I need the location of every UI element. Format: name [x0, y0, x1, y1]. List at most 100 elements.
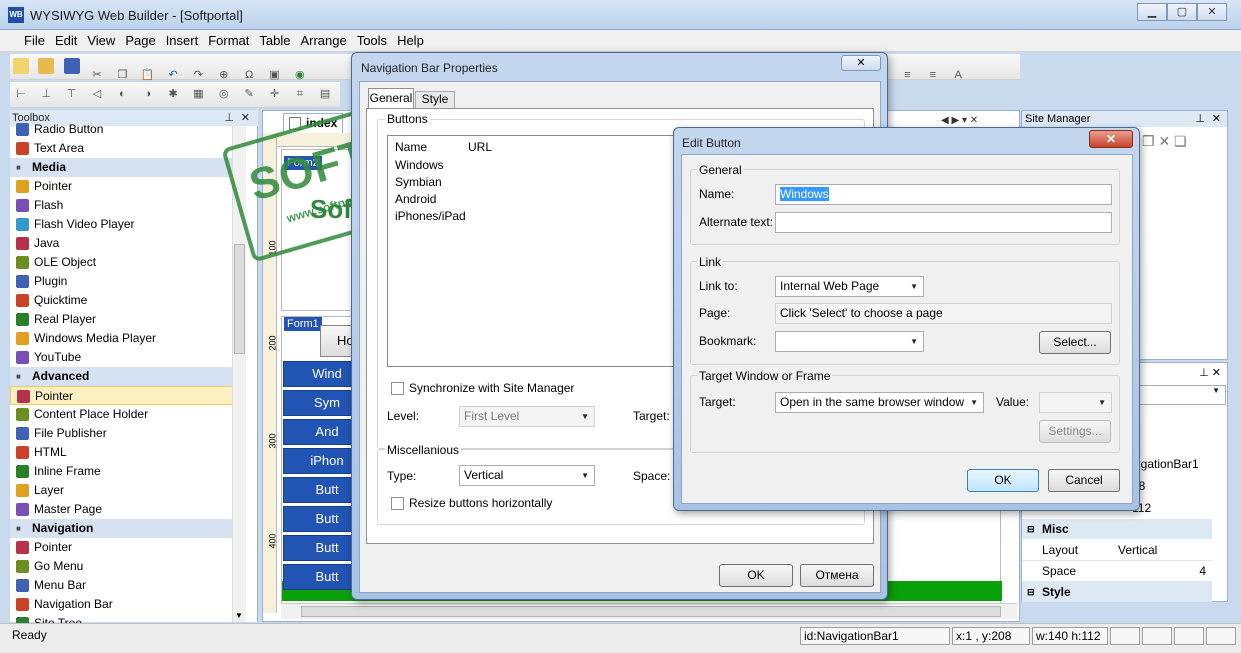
align-bottom-icon[interactable]: ◁	[89, 86, 105, 102]
name-input[interactable]: Windows	[775, 184, 1112, 205]
toolbox-item[interactable]: Menu Bar	[10, 576, 240, 595]
section-misc[interactable]: ⊟ Misc	[1022, 519, 1212, 539]
prop-layout-value[interactable]: Vertical	[1118, 540, 1157, 561]
toolbox-item[interactable]: Quicktime	[10, 291, 240, 310]
toolbox-item[interactable]: Master Page	[10, 500, 240, 519]
resize-checkbox[interactable]	[391, 497, 404, 510]
collapse-icon[interactable]: ⊟	[1027, 582, 1035, 602]
toolbox-item[interactable]: OLE Object	[10, 253, 240, 272]
nav-ok-button[interactable]: OK	[719, 564, 793, 587]
close-icon[interactable]: ⊥ ✕	[1199, 366, 1221, 379]
tab-general[interactable]: General	[368, 88, 414, 108]
toolbox-item[interactable]: Navigation Bar	[10, 595, 240, 614]
toolbox-item[interactable]: File Publisher	[10, 424, 240, 443]
toolbox-item[interactable]: Layer	[10, 481, 240, 500]
align-centers-icon[interactable]: ⊥	[38, 86, 54, 102]
bring-front-icon[interactable]: ◐	[114, 86, 130, 102]
align-top-icon[interactable]: ⊤	[64, 86, 80, 102]
toolbox-item[interactable]: Windows Media Player	[10, 329, 240, 348]
new-icon[interactable]	[13, 58, 29, 74]
link-to-select[interactable]: Internal Web Page	[775, 276, 924, 297]
bookmark-select[interactable]	[775, 331, 924, 352]
prop-size-value[interactable]: 112	[1132, 501, 1212, 521]
toolbox-category[interactable]: Advanced	[10, 367, 240, 386]
menu-insert[interactable]: Insert	[161, 30, 204, 51]
menu-tools[interactable]: Tools	[352, 30, 392, 51]
toolbox-item[interactable]: Pointer	[10, 386, 240, 405]
prop-space-value[interactable]: 4	[1199, 561, 1206, 582]
toolbox-item[interactable]: HTML	[10, 443, 240, 462]
prop-y-value[interactable]: 08	[1132, 479, 1212, 499]
move-icon[interactable]: ✛	[266, 86, 282, 102]
scroll-down-icon[interactable]: ▼	[235, 611, 243, 620]
open-icon[interactable]	[38, 58, 55, 74]
pencil-icon[interactable]: ✎	[241, 86, 257, 102]
toolbox-item[interactable]: Plugin	[10, 272, 240, 291]
grid-icon[interactable]: ▦	[190, 86, 206, 102]
menu-edit[interactable]: Edit	[50, 30, 82, 51]
edit-dialog-close-button[interactable]: ✕	[1089, 130, 1133, 148]
prop-space-row[interactable]: Space 4	[1022, 561, 1212, 582]
object-selector[interactable]	[1132, 385, 1226, 405]
preview-icon[interactable]: ▣	[266, 67, 282, 83]
scroll-thumb[interactable]	[234, 244, 245, 354]
menu-page[interactable]: Page	[120, 30, 160, 51]
minimize-button[interactable]: ▁	[1137, 3, 1167, 21]
list-item[interactable]: Windows	[395, 158, 444, 172]
prop-layout-row[interactable]: Layout Vertical	[1022, 540, 1212, 561]
table-icon[interactable]: ▤	[317, 86, 333, 102]
prop-id-value[interactable]: vigationBar1	[1132, 457, 1212, 477]
toolbox-item[interactable]: Flash	[10, 196, 240, 215]
value-select[interactable]	[1039, 392, 1112, 413]
close-icon[interactable]: ✕	[1212, 111, 1221, 127]
toolbox-item[interactable]: Pointer	[10, 177, 240, 196]
redo-icon[interactable]: ↷	[190, 67, 206, 83]
tab-nav-icon[interactable]: ◀ ▶ ▾ ✕	[941, 115, 978, 126]
align-left-edges-icon[interactable]: ⊢	[13, 86, 29, 102]
col-name-header[interactable]: Name	[395, 140, 427, 154]
edit-ok-button[interactable]: OK	[967, 469, 1039, 492]
list-item[interactable]: Android	[395, 192, 436, 206]
target-select[interactable]: Open in the same browser window	[775, 392, 984, 413]
toolbox-item[interactable]: Go Menu	[10, 557, 240, 576]
settings-button[interactable]: Settings...	[1039, 420, 1111, 443]
menu-help[interactable]: Help	[392, 30, 429, 51]
section-style[interactable]: ⊟ Style	[1022, 582, 1212, 602]
buttons-list[interactable]: Name URL Windows Symbian Android iPhones…	[387, 135, 687, 367]
toolbox-item[interactable]: Content Place Holder	[10, 405, 240, 424]
toolbox-item[interactable]: Flash Video Player	[10, 215, 240, 234]
menu-table[interactable]: Table	[254, 30, 295, 51]
nav-dialog-close-button[interactable]: ✕	[841, 55, 881, 71]
list-item[interactable]: iPhones/iPad	[395, 209, 466, 223]
menu-view[interactable]: View	[82, 30, 120, 51]
cut-icon[interactable]: ✂	[89, 67, 105, 83]
toolbox-item[interactable]: Java	[10, 234, 240, 253]
site-manager-tools-icon[interactable]: ❐ ✕ ❏	[1142, 133, 1187, 150]
toolbox-category[interactable]: Navigation	[10, 519, 240, 538]
col-url-header[interactable]: URL	[468, 140, 492, 154]
omega-icon[interactable]: Ω	[241, 67, 257, 83]
toolbox-category[interactable]: Media	[10, 158, 240, 177]
snap-icon[interactable]: ✱	[165, 86, 181, 102]
maximize-button[interactable]: ▢	[1167, 3, 1197, 21]
editor-hscrollbar[interactable]	[281, 603, 1017, 619]
stamp-icon[interactable]: ⊕	[216, 67, 232, 83]
menu-format[interactable]: Format	[203, 30, 254, 51]
close-icon[interactable]: ✕	[241, 110, 250, 126]
list-item[interactable]: Symbian	[395, 175, 442, 189]
undo-icon[interactable]: ↶	[165, 67, 181, 83]
save-icon[interactable]	[63, 58, 80, 74]
justify-icon[interactable]: ≡	[925, 67, 941, 83]
type-select[interactable]: Vertical	[459, 465, 595, 486]
hscroll-thumb[interactable]	[301, 606, 1001, 617]
toolbox-item[interactable]: Pointer	[10, 538, 240, 557]
pin-icon[interactable]: ⊥	[1195, 111, 1205, 127]
menu-arrange[interactable]: Arrange	[295, 30, 351, 51]
font-size-icon[interactable]: A	[950, 67, 966, 83]
copy-icon[interactable]: ❐	[114, 67, 130, 83]
collapse-icon[interactable]: ⊟	[1027, 519, 1035, 539]
send-back-icon[interactable]: ◑	[140, 86, 156, 102]
menu-file[interactable]: File	[0, 30, 50, 51]
align-right-icon[interactable]: ≡	[899, 67, 915, 83]
toolbox-item[interactable]: Radio Button	[10, 120, 240, 139]
